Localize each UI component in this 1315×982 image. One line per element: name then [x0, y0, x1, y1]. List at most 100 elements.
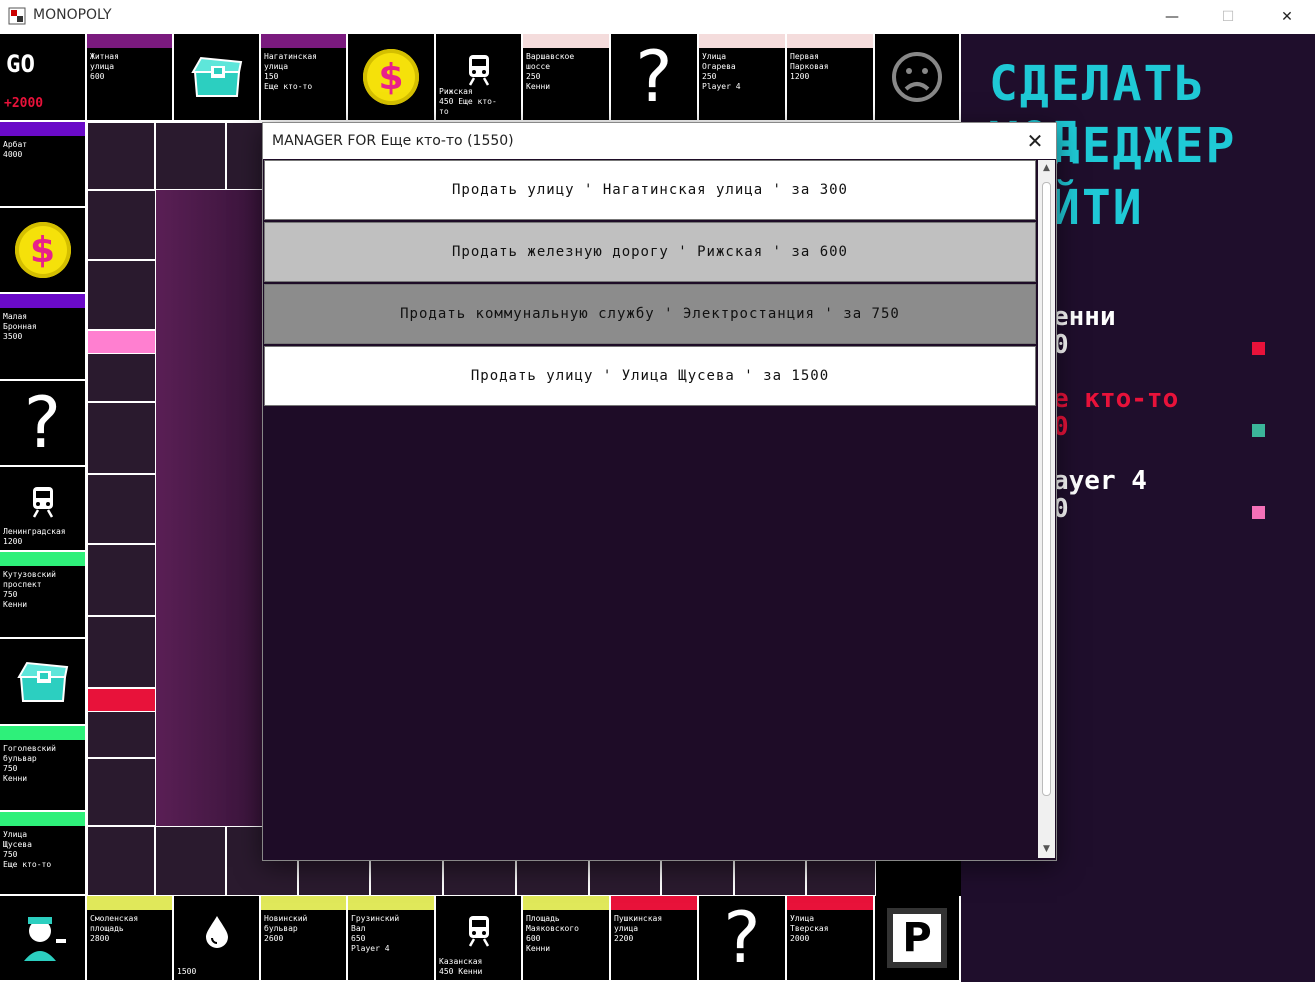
inner-left-slot	[87, 544, 156, 616]
minimize-button[interactable]: —	[1144, 0, 1200, 33]
inner-top-slot	[87, 122, 155, 190]
scroll-thumb[interactable]	[1042, 182, 1051, 796]
color-band	[87, 34, 172, 48]
bottom-tile-0[interactable]	[0, 896, 87, 982]
bottom-tile-5[interactable]: Казанская 450 Кенни	[436, 896, 523, 982]
train-icon	[468, 55, 489, 86]
top-tile-7[interactable]: Улица Огарева 250 Player 4	[699, 34, 787, 122]
maximize-button[interactable]: ☐	[1200, 0, 1256, 33]
top-tile-4[interactable]: Рижская 450 Еще кто- то	[436, 34, 523, 122]
left-tile-6[interactable]	[0, 639, 87, 726]
left-tile-0[interactable]: Арбат 4000	[0, 122, 87, 208]
dialog-title: MANAGER FOR Еще кто-то (1550)	[272, 133, 514, 149]
go-label: GO	[6, 50, 35, 78]
left-tile-8[interactable]: Улица Щусева 750 Еще кто-то	[0, 812, 87, 896]
scroll-up-icon[interactable]: ▲	[1038, 160, 1055, 177]
train-icon	[32, 486, 53, 518]
color-band	[523, 896, 609, 910]
window-close-button[interactable]: ✕	[1259, 0, 1315, 33]
bottom-tile-1[interactable]: Смоленская площадь 2800	[87, 896, 174, 982]
left-tile-5[interactable]: Кутузовский проспект 750 Кенни	[0, 552, 87, 639]
color-band	[523, 34, 609, 48]
left-tile-1[interactable]: $	[0, 208, 87, 294]
bottom-tile-8[interactable]: ?	[699, 896, 787, 982]
inner-bottom-slot	[87, 826, 155, 896]
player-color-marker	[1252, 506, 1265, 519]
tile-label: Кутузовский проспект 750 Кенни	[3, 570, 56, 609]
sad-face-icon	[892, 52, 942, 102]
color-band	[0, 122, 85, 136]
manager-button[interactable]: НЕДЖЕР	[1051, 118, 1236, 174]
top-tile-5[interactable]: Варшавское шоссе 250 Кенни	[523, 34, 611, 122]
player-name: енни	[1053, 302, 1116, 332]
dialog-header: MANAGER FOR Еще кто-то (1550) ✕	[263, 123, 1056, 159]
exit-button[interactable]: ЙТИ	[1051, 180, 1144, 236]
sell-option-button[interactable]: Продать улицу ' Улица Щусева ' за 1500	[264, 346, 1036, 406]
color-band	[787, 34, 873, 48]
sell-option-button[interactable]: Продать улицу ' Нагатинская улица ' за 3…	[264, 160, 1036, 220]
treasure-chest-icon	[190, 56, 242, 97]
manager-dialog: MANAGER FOR Еще кто-то (1550) ✕ Продать …	[262, 122, 1057, 861]
window-title: MONOPOLY	[33, 7, 112, 23]
top-tile-0[interactable]: Житная улица 600	[87, 34, 174, 122]
tile-label: Новинский бульвар 2600	[264, 914, 308, 943]
bottom-tile-6[interactable]: Площадь Маяковского 600 Кенни	[523, 896, 611, 982]
inner-left-slot	[87, 190, 156, 260]
color-band	[261, 34, 346, 48]
go-bonus: +2000	[4, 96, 44, 111]
inner-left-slot	[87, 616, 156, 688]
left-tile-4[interactable]: Ленинградская 1200	[0, 467, 87, 552]
top-tile-6[interactable]: ?	[611, 34, 699, 122]
monopoly-app-icon	[8, 7, 26, 25]
left-tile-3[interactable]: ?	[0, 381, 87, 467]
bottom-tile-2[interactable]: 1500	[174, 896, 261, 982]
color-band	[261, 896, 346, 910]
tile-label: Улица Тверская 2000	[790, 914, 829, 943]
tile-label: Пушкинская улица 2200	[614, 914, 663, 943]
tile-label: Улица Щусева 750 Еще кто-то	[3, 830, 52, 869]
top-tile-2[interactable]: Нагатинская улица 150 Еще кто-то	[261, 34, 348, 122]
top-tile-9[interactable]	[875, 34, 961, 122]
bottom-tile-3[interactable]: Новинский бульвар 2600	[261, 896, 348, 982]
tile-label: Грузинский Вал 650 Player 4	[351, 914, 400, 953]
bottom-tile-7[interactable]: Пушкинская улица 2200	[611, 896, 699, 982]
top-tile-8[interactable]: Первая Парковая 1200	[787, 34, 875, 122]
dollar-coin-icon: $	[14, 222, 71, 278]
player-color-marker	[1252, 424, 1265, 437]
tile-label: Улица Огарева 250 Player 4	[702, 52, 741, 91]
top-tile-3[interactable]: $	[348, 34, 436, 122]
top-tile-1[interactable]	[174, 34, 261, 122]
go-corner-tile[interactable]: GO +2000	[0, 34, 87, 122]
dollar-coin-icon: $	[363, 49, 419, 105]
tile-label: Житная улица 600	[90, 52, 119, 81]
bottom-tile-4[interactable]: Грузинский Вал 650 Player 4	[348, 896, 436, 982]
bottom-tile-9[interactable]: Улица Тверская 2000	[787, 896, 875, 982]
water-drop-icon	[205, 916, 228, 948]
tile-label: Малая Бронная 3500	[3, 312, 37, 341]
player-name: е кто-то	[1053, 384, 1179, 414]
tile-label: Гоголевский бульвар 750 Кенни	[3, 744, 56, 783]
sell-option-button[interactable]: Продать железную дорогу ' Рижская ' за 6…	[264, 222, 1036, 282]
tile-label: Смоленская площадь 2800	[90, 914, 139, 943]
player-name: ayer 4	[1053, 466, 1147, 496]
dialog-scrollbar[interactable]: ▲ ▼	[1038, 160, 1055, 858]
question-mark-icon: ?	[723, 897, 761, 979]
tile-label: Варшавское шоссе 250 Кенни	[526, 52, 575, 91]
color-band	[348, 896, 434, 910]
question-mark-icon: ?	[635, 36, 673, 118]
bottom-tile-10[interactable]: P	[875, 896, 961, 982]
window-titlebar: MONOPOLY — ☐ ✕	[0, 0, 1315, 33]
color-band	[0, 294, 85, 308]
tile-label: Нагатинская улица 150 Еще кто-то	[264, 52, 317, 91]
left-tile-2[interactable]: Малая Бронная 3500	[0, 294, 87, 381]
inner-left-slot	[87, 260, 156, 330]
sell-option-button[interactable]: Продать коммунальную службу ' Электроста…	[264, 284, 1036, 344]
tile-label: Арбат 4000	[3, 140, 28, 159]
dialog-close-icon[interactable]: ✕	[1022, 128, 1048, 154]
player-color-marker	[1252, 342, 1265, 355]
owner-marker-pink	[87, 330, 156, 354]
scroll-down-icon[interactable]: ▼	[1038, 841, 1055, 858]
tile-label: Площадь Маяковского 600 Кенни	[526, 914, 579, 953]
inner-left-slot	[87, 758, 156, 826]
left-tile-7[interactable]: Гоголевский бульвар 750 Кенни	[0, 726, 87, 812]
